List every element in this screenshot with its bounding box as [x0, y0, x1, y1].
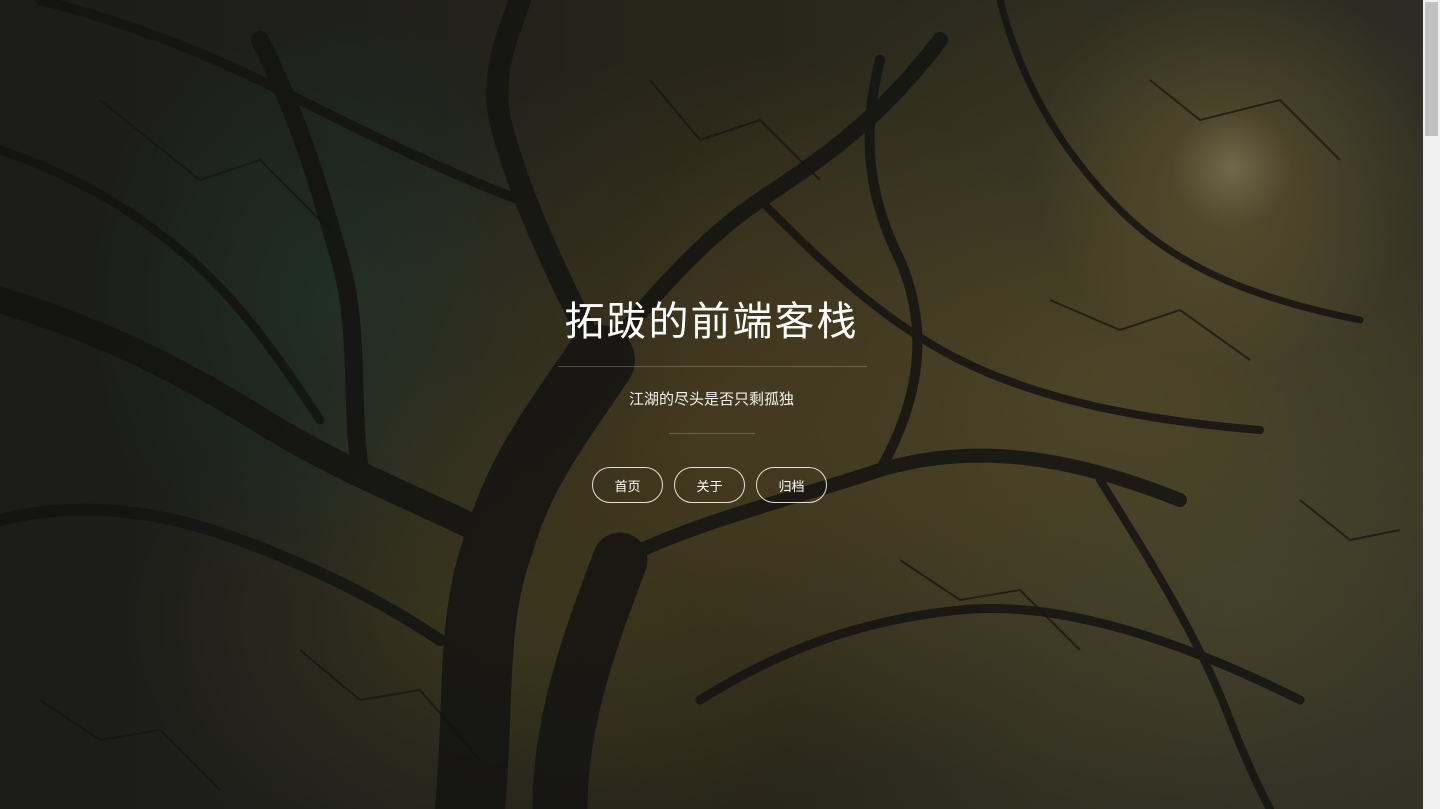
nav-archive-button[interactable]: 归档	[756, 467, 827, 503]
site-subtitle: 江湖的尽头是否只剩孤独	[628, 390, 794, 408]
scrollbar-thumb[interactable]	[1425, 2, 1438, 136]
nav-home-button[interactable]: 首页	[592, 467, 663, 503]
vertical-scrollbar[interactable]	[1423, 0, 1440, 809]
hero-section: 拓跋的前端客栈 江湖的尽头是否只剩孤独 首页 关于 归档	[0, 0, 1423, 809]
title-divider	[558, 366, 867, 367]
nav-about-button[interactable]: 关于	[674, 467, 745, 503]
hero-content: 拓跋的前端客栈 江湖的尽头是否只剩孤独 首页 关于 归档	[0, 0, 1423, 809]
subtitle-divider	[669, 433, 755, 434]
main-nav: 首页 关于 归档	[592, 467, 827, 503]
site-title: 拓跋的前端客栈	[564, 299, 859, 345]
